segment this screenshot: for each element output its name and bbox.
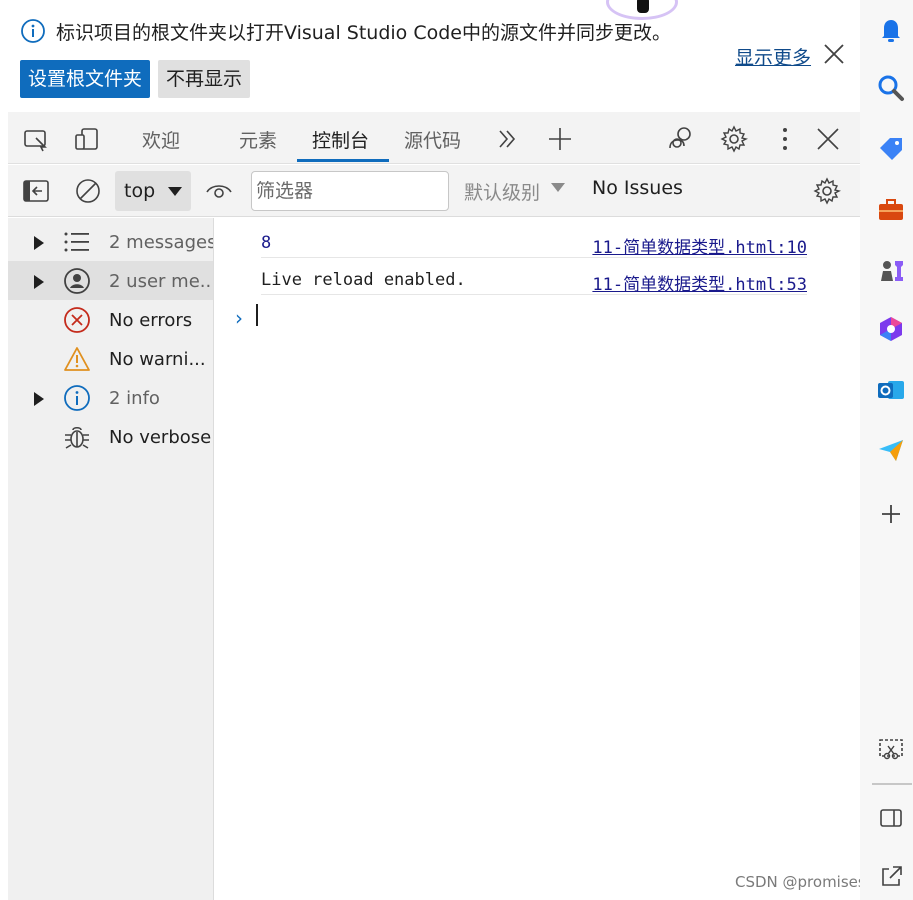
app-root: 标识项目的根文件夹以打开Visual Studio Code中的源文件并同步更改… [0, 0, 913, 900]
avatar [606, 0, 678, 20]
devtools-panel: 标识项目的根文件夹以打开Visual Studio Code中的源文件并同步更改… [0, 0, 897, 900]
eye-icon[interactable] [204, 176, 234, 206]
tab-elements[interactable]: 元素 [239, 126, 277, 153]
sidebar-item-label: 2 user me... [109, 271, 213, 292]
expand-arrow-icon[interactable] [34, 275, 44, 289]
info-icon [64, 385, 90, 411]
console-prompt-chevron-icon: › [235, 306, 243, 330]
console-message-value: 8 [261, 233, 272, 253]
sidebar-item-label: 2 messages [109, 232, 213, 253]
set-root-folder-button[interactable]: 设置根文件夹 [20, 60, 151, 98]
info-bar: 标识项目的根文件夹以打开Visual Studio Code中的源文件并同步更改… [8, 0, 860, 112]
devtools-tabbar: 欢迎 元素 控制台 源代码 [8, 112, 860, 164]
console-toolbar: top 默认级别 No Issues [8, 165, 860, 217]
expand-arrow-icon[interactable] [34, 236, 44, 250]
bug-icon [65, 426, 89, 449]
show-more-link[interactable]: 显示更多 [735, 43, 811, 70]
sidebar-item-warnings[interactable]: No warni... [8, 339, 213, 378]
bell-icon[interactable] [876, 15, 906, 45]
add-icon[interactable] [876, 499, 906, 529]
sidebar-item-label: 2 info [109, 388, 160, 409]
browser-sidebar [860, 0, 913, 900]
close-devtools-icon[interactable] [813, 124, 843, 154]
add-tab-icon[interactable] [545, 124, 575, 154]
list-icon [64, 232, 89, 252]
active-tab-indicator [297, 159, 389, 162]
inspect-icon[interactable] [21, 124, 51, 154]
more-tabs-icon[interactable] [492, 124, 522, 154]
console-sidebar: 2 messages 2 user me... No errors No war… [8, 218, 214, 900]
shopping-tag-icon[interactable] [876, 134, 906, 164]
send-icon[interactable] [876, 435, 906, 465]
more-options-icon[interactable] [770, 124, 800, 154]
sidebar-item-info[interactable]: 2 info [8, 378, 213, 417]
error-icon [64, 307, 90, 333]
tab-sources[interactable]: 源代码 [404, 126, 461, 153]
console-output: 8 11-简单数据类型.html:10 Live reload enabled.… [215, 218, 860, 900]
info-message: 标识项目的根文件夹以打开Visual Studio Code中的源文件并同步更改… [56, 22, 671, 44]
sidebar-item-messages[interactable]: 2 messages [8, 222, 213, 261]
info-icon [21, 19, 45, 43]
filter-input[interactable] [256, 178, 444, 204]
console-source-link[interactable]: 11-简单数据类型.html:53 [592, 270, 807, 295]
console-message: 8 11-简单数据类型.html:10 [261, 221, 807, 258]
sidebar-item-user-messages[interactable]: 2 user me... [8, 261, 213, 300]
sidebar-panel-icon[interactable] [876, 803, 906, 833]
settings-gear-icon[interactable] [719, 124, 749, 154]
sidebar-item-label: No verbose [109, 427, 212, 448]
console-source-link[interactable]: 11-简单数据类型.html:10 [592, 233, 807, 258]
search-icon[interactable] [876, 73, 906, 103]
tab-welcome[interactable]: 欢迎 [142, 126, 180, 153]
close-icon[interactable] [821, 41, 847, 67]
context-selector[interactable]: top [115, 171, 191, 211]
log-levels-dropdown[interactable]: 默认级别 [464, 178, 540, 205]
sidebar-toggle-icon[interactable] [21, 176, 51, 206]
console-input-caret[interactable] [256, 304, 258, 326]
expand-arrow-icon[interactable] [34, 392, 44, 406]
toolbox-icon[interactable] [876, 195, 906, 225]
sidebar-item-label: No warni... [109, 349, 206, 370]
filter-box [251, 171, 449, 211]
screenshot-icon[interactable] [876, 734, 906, 764]
chevron-down-icon [551, 183, 565, 192]
open-external-icon[interactable] [876, 862, 906, 892]
outlook-icon[interactable] [876, 375, 906, 405]
sidebar-divider [872, 783, 912, 785]
warning-icon [64, 347, 90, 371]
issues-counter[interactable]: No Issues [592, 177, 683, 199]
games-icon[interactable] [876, 255, 906, 285]
console-message-value: Live reload enabled. [261, 270, 466, 290]
feedback-icon[interactable] [666, 124, 696, 154]
console-message: Live reload enabled. 11-简单数据类型.html:53 [261, 258, 807, 295]
dont-show-again-button[interactable]: 不再显示 [158, 60, 251, 98]
sidebar-item-errors[interactable]: No errors [8, 300, 213, 339]
context-value: top [124, 180, 156, 202]
microsoft-365-icon[interactable] [876, 314, 906, 344]
console-settings-gear-icon[interactable] [812, 176, 842, 206]
user-icon [64, 268, 90, 294]
tab-console[interactable]: 控制台 [312, 126, 369, 153]
device-emulation-icon[interactable] [72, 124, 102, 154]
sidebar-item-verbose[interactable]: No verbose [8, 417, 213, 456]
sidebar-item-label: No errors [109, 310, 193, 331]
clear-console-icon[interactable] [73, 176, 103, 206]
chevron-down-icon [168, 187, 182, 196]
